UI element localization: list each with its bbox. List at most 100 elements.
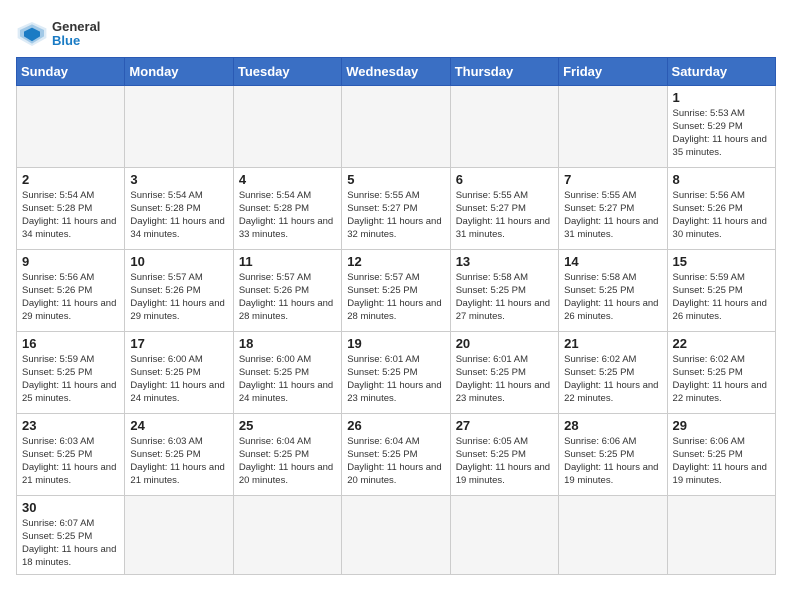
calendar-day-cell: 13 Sunrise: 5:58 AM Sunset: 5:25 PM Dayli… [450,249,558,331]
day-number: 1 [673,90,770,105]
day-info: Sunrise: 6:02 AM Sunset: 5:25 PM Dayligh… [564,353,661,406]
calendar-day-cell [17,85,125,167]
calendar-day-cell [125,85,233,167]
day-of-week-header: Tuesday [233,57,341,85]
day-info: Sunrise: 6:00 AM Sunset: 5:25 PM Dayligh… [130,353,227,406]
day-info: Sunrise: 6:03 AM Sunset: 5:25 PM Dayligh… [130,435,227,488]
calendar-day-cell [450,495,558,574]
day-number: 3 [130,172,227,187]
day-number: 7 [564,172,661,187]
day-number: 11 [239,254,336,269]
calendar-day-cell: 14 Sunrise: 5:58 AM Sunset: 5:25 PM Dayli… [559,249,667,331]
calendar-day-cell: 12Sunrise: 5:57 AM Sunset: 5:25 PM Dayli… [342,249,450,331]
day-number: 10 [130,254,227,269]
calendar-day-cell: 21 Sunrise: 6:02 AM Sunset: 5:25 PM Dayli… [559,331,667,413]
day-of-week-header: Monday [125,57,233,85]
day-of-week-header: Thursday [450,57,558,85]
day-info: Sunrise: 6:05 AM Sunset: 5:25 PM Dayligh… [456,435,553,488]
day-info: Sunrise: 5:57 AM Sunset: 5:26 PM Dayligh… [239,271,336,324]
calendar-day-cell [233,85,341,167]
day-info: Sunrise: 5:54 AM Sunset: 5:28 PM Dayligh… [239,189,336,242]
day-number: 15 [673,254,770,269]
calendar-day-cell: 27Sunrise: 6:05 AM Sunset: 5:25 PM Dayli… [450,413,558,495]
calendar-day-cell: 5 Sunrise: 5:55 AM Sunset: 5:27 PM Daylig… [342,167,450,249]
day-info: Sunrise: 6:01 AM Sunset: 5:25 PM Dayligh… [456,353,553,406]
calendar-day-cell: 22Sunrise: 6:02 AM Sunset: 5:25 PM Dayli… [667,331,775,413]
day-number: 8 [673,172,770,187]
calendar-day-cell: 3Sunrise: 5:54 AM Sunset: 5:28 PM Daylig… [125,167,233,249]
calendar-day-cell: 25 Sunrise: 6:04 AM Sunset: 5:25 PM Dayli… [233,413,341,495]
day-info: Sunrise: 5:58 AM Sunset: 5:25 PM Dayligh… [456,271,553,324]
day-number: 5 [347,172,444,187]
day-info: Sunrise: 6:00 AM Sunset: 5:25 PM Dayligh… [239,353,336,406]
day-number: 2 [22,172,119,187]
day-number: 9 [22,254,119,269]
calendar-week-row: 16 Sunrise: 5:59 AM Sunset: 5:25 PM Dayli… [17,331,776,413]
day-info: Sunrise: 5:55 AM Sunset: 5:27 PM Dayligh… [456,189,553,242]
logo-text: General Blue [52,20,100,49]
calendar-day-cell [342,495,450,574]
day-number: 20 [456,336,553,351]
calendar-day-cell: 11 Sunrise: 5:57 AM Sunset: 5:26 PM Dayli… [233,249,341,331]
day-number: 13 [456,254,553,269]
calendar-day-cell [125,495,233,574]
day-number: 19 [347,336,444,351]
day-number: 18 [239,336,336,351]
calendar-day-cell: 24Sunrise: 6:03 AM Sunset: 5:25 PM Dayli… [125,413,233,495]
calendar-table: SundayMondayTuesdayWednesdayThursdayFrid… [16,57,776,575]
day-info: Sunrise: 5:55 AM Sunset: 5:27 PM Dayligh… [347,189,444,242]
day-number: 28 [564,418,661,433]
calendar-day-cell: 4 Sunrise: 5:54 AM Sunset: 5:28 PM Daylig… [233,167,341,249]
calendar-day-cell: 2Sunrise: 5:54 AM Sunset: 5:28 PM Daylig… [17,167,125,249]
calendar-day-cell: 6 Sunrise: 5:55 AM Sunset: 5:27 PM Daylig… [450,167,558,249]
day-number: 4 [239,172,336,187]
calendar-day-cell: 28Sunrise: 6:06 AM Sunset: 5:25 PM Dayli… [559,413,667,495]
calendar-week-row: 23Sunrise: 6:03 AM Sunset: 5:25 PM Dayli… [17,413,776,495]
day-info: Sunrise: 6:06 AM Sunset: 5:25 PM Dayligh… [673,435,770,488]
calendar-day-cell: 23Sunrise: 6:03 AM Sunset: 5:25 PM Dayli… [17,413,125,495]
day-info: Sunrise: 5:59 AM Sunset: 5:25 PM Dayligh… [22,353,119,406]
calendar-day-cell: 10Sunrise: 5:57 AM Sunset: 5:26 PM Dayli… [125,249,233,331]
day-number: 30 [22,500,119,515]
calendar-week-row: 1 Sunrise: 5:53 AM Sunset: 5:29 PM Daylig… [17,85,776,167]
calendar-day-cell: 1 Sunrise: 5:53 AM Sunset: 5:29 PM Daylig… [667,85,775,167]
day-info: Sunrise: 5:56 AM Sunset: 5:26 PM Dayligh… [673,189,770,242]
day-of-week-header: Sunday [17,57,125,85]
day-info: Sunrise: 5:59 AM Sunset: 5:25 PM Dayligh… [673,271,770,324]
day-info: Sunrise: 6:01 AM Sunset: 5:25 PM Dayligh… [347,353,444,406]
calendar-week-row: 9 Sunrise: 5:56 AM Sunset: 5:26 PM Daylig… [17,249,776,331]
day-number: 6 [456,172,553,187]
day-info: Sunrise: 5:56 AM Sunset: 5:26 PM Dayligh… [22,271,119,324]
day-info: Sunrise: 6:07 AM Sunset: 5:25 PM Dayligh… [22,517,119,570]
day-info: Sunrise: 5:58 AM Sunset: 5:25 PM Dayligh… [564,271,661,324]
calendar-day-cell [667,495,775,574]
day-info: Sunrise: 6:04 AM Sunset: 5:25 PM Dayligh… [347,435,444,488]
day-number: 21 [564,336,661,351]
calendar-day-cell: 29Sunrise: 6:06 AM Sunset: 5:25 PM Dayli… [667,413,775,495]
calendar-day-cell [559,495,667,574]
calendar-day-cell: 20 Sunrise: 6:01 AM Sunset: 5:25 PM Dayli… [450,331,558,413]
calendar-day-cell: 30 Sunrise: 6:07 AM Sunset: 5:25 PM Dayli… [17,495,125,574]
logo-icon [16,20,48,48]
calendar-week-row: 30 Sunrise: 6:07 AM Sunset: 5:25 PM Dayli… [17,495,776,574]
calendar-day-cell: 7Sunrise: 5:55 AM Sunset: 5:27 PM Daylig… [559,167,667,249]
calendar-day-cell: 15 Sunrise: 5:59 AM Sunset: 5:25 PM Dayli… [667,249,775,331]
day-number: 16 [22,336,119,351]
day-info: Sunrise: 6:04 AM Sunset: 5:25 PM Dayligh… [239,435,336,488]
calendar-day-cell [233,495,341,574]
calendar-day-cell: 19 Sunrise: 6:01 AM Sunset: 5:25 PM Dayli… [342,331,450,413]
day-number: 17 [130,336,227,351]
calendar-week-row: 2 Sunrise: 5:54 AM Sunset: 5:28 PM Daylig… [17,167,776,249]
day-number: 25 [239,418,336,433]
calendar-day-cell [559,85,667,167]
calendar-day-cell [450,85,558,167]
calendar-day-cell: 17 Sunrise: 6:00 AM Sunset: 5:25 PM Dayli… [125,331,233,413]
day-info: Sunrise: 5:53 AM Sunset: 5:29 PM Dayligh… [673,107,770,160]
calendar-day-cell: 18 Sunrise: 6:00 AM Sunset: 5:25 PM Dayli… [233,331,341,413]
calendar-header-row: SundayMondayTuesdayWednesdayThursdayFrid… [17,57,776,85]
logo: General Blue [16,20,100,49]
day-number: 12 [347,254,444,269]
day-of-week-header: Saturday [667,57,775,85]
day-info: Sunrise: 6:03 AM Sunset: 5:25 PM Dayligh… [22,435,119,488]
day-number: 14 [564,254,661,269]
